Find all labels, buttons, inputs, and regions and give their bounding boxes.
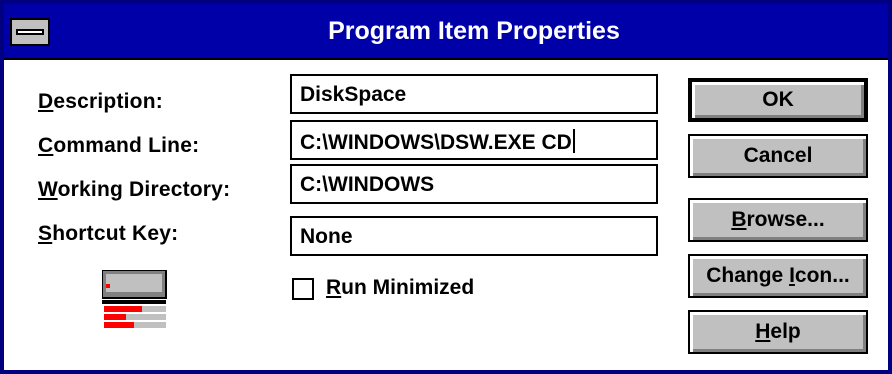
- text-caret: [572, 129, 575, 153]
- run-minimized-checkbox[interactable]: [292, 278, 314, 300]
- change-icon-button[interactable]: Change Icon...: [688, 254, 868, 298]
- description-value: DiskSpace: [300, 83, 407, 106]
- working-directory-field[interactable]: C:\WINDOWS: [290, 164, 658, 204]
- ok-button[interactable]: OK: [688, 78, 868, 122]
- program-item-icon[interactable]: [102, 270, 168, 332]
- description-label: Description:: [38, 90, 163, 113]
- shortcut-key-value: None: [300, 225, 353, 248]
- command-line-value: C:\WINDOWS\DSW.EXE CD: [300, 129, 575, 155]
- help-button[interactable]: Help: [688, 310, 868, 354]
- command-line-label: Command Line:: [38, 134, 200, 157]
- command-line-field[interactable]: C:\WINDOWS\DSW.EXE CD: [290, 120, 658, 160]
- description-field[interactable]: DiskSpace: [290, 74, 658, 114]
- dialog-title: Program Item Properties: [328, 17, 620, 45]
- program-item-properties-dialog: Program Item Properties Description: Com…: [0, 0, 892, 374]
- cancel-button[interactable]: Cancel: [688, 134, 868, 178]
- system-menu-icon: [16, 29, 44, 35]
- shortcut-key-label: Shortcut Key:: [38, 222, 179, 245]
- working-directory-value: C:\WINDOWS: [300, 173, 435, 196]
- run-minimized-label[interactable]: Run Minimized: [326, 276, 474, 300]
- working-directory-label: Working Directory:: [38, 178, 231, 201]
- title-bar: Program Item Properties: [4, 4, 888, 60]
- browse-button[interactable]: Browse...: [688, 198, 868, 242]
- system-menu-button[interactable]: [10, 18, 50, 46]
- shortcut-key-field[interactable]: None: [290, 216, 658, 256]
